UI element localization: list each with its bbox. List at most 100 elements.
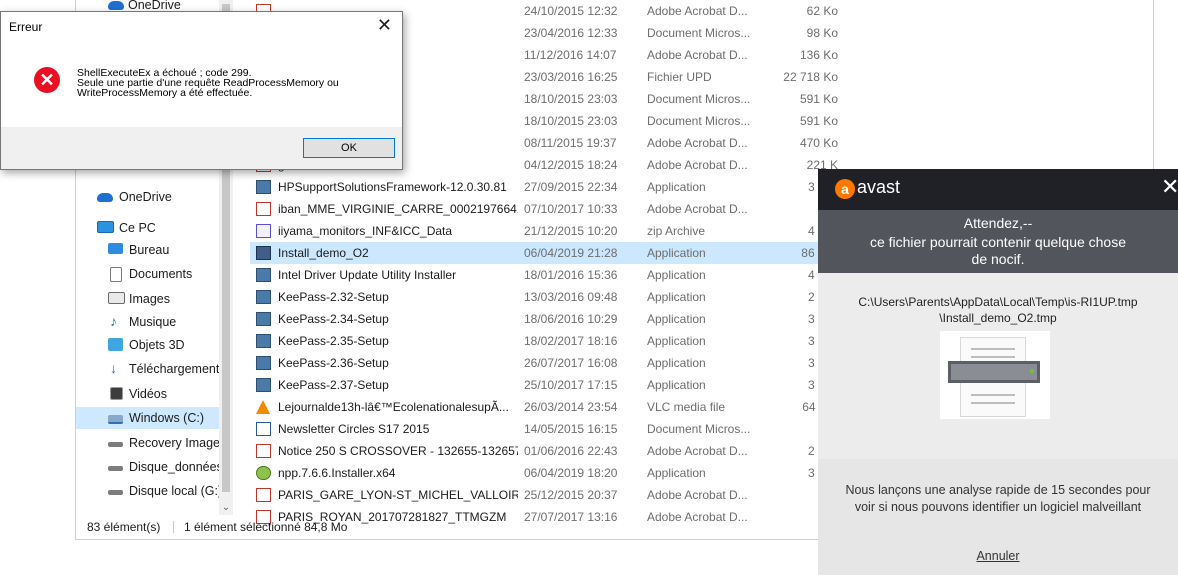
- nav-item-downloads[interactable]: ↓ Téléchargement: [76, 358, 219, 380]
- file-type: Adobe Acrobat D...: [647, 488, 748, 502]
- file-date: 26/03/2014 23:54: [524, 400, 618, 414]
- inst-file-icon: [256, 246, 271, 260]
- file-type: Document Micros...: [647, 92, 751, 106]
- file-type: Adobe Acrobat D...: [647, 444, 748, 458]
- file-date: 06/04/2019 18:20: [524, 466, 618, 480]
- file-size: 62 Ko: [806, 4, 838, 18]
- pdf-file-icon: [256, 488, 271, 502]
- file-date: 18/10/2015 23:03: [524, 92, 618, 106]
- objects-3d-icon: [108, 338, 123, 351]
- nav-item-label: Documents: [129, 267, 193, 281]
- file-name: KeePass-2.36-Setup: [278, 356, 389, 370]
- file-row[interactable]: Install_demo_O2 06/04/2019 21:28 Applicati…: [250, 242, 858, 264]
- pdf-file-icon: [256, 202, 271, 216]
- file-type: Adobe Acrobat D...: [647, 158, 748, 172]
- images-icon: [108, 292, 125, 304]
- file-name: npp.7.6.6.Installer.x64: [278, 466, 396, 480]
- music-icon: ♪: [110, 313, 117, 329]
- app-file-icon: [256, 180, 271, 194]
- file-date: 18/01/2016 15:36: [524, 268, 618, 282]
- nav-item-label: Vidéos: [129, 387, 167, 401]
- file-name: KeePass-2.32-Setup: [278, 290, 389, 304]
- file-size: 98 Ko: [806, 26, 838, 40]
- file-type: Adobe Acrobat D...: [647, 136, 748, 150]
- file-type: Application: [647, 312, 706, 326]
- file-type: Document Micros...: [647, 422, 751, 436]
- downloads-icon: ↓: [110, 360, 117, 376]
- file-date: 25/10/2017 17:15: [524, 378, 618, 392]
- nav-item-label: Disque_données: [129, 460, 223, 474]
- file-type: VLC media file: [647, 400, 726, 414]
- scanner-icon: [948, 361, 1040, 383]
- nav-item-label: Recovery Image: [129, 436, 221, 450]
- dialog-footer: OK: [1, 127, 402, 169]
- close-icon[interactable]: ✕: [377, 15, 392, 36]
- nav-item-label: OneDrive: [119, 190, 172, 204]
- nav-item-3d-objects[interactable]: Objets 3D: [76, 334, 219, 356]
- file-date: 18/10/2015 23:03: [524, 114, 618, 128]
- file-type: zip Archive: [647, 224, 706, 238]
- app-file-icon: [256, 268, 271, 282]
- close-icon[interactable]: ✕: [1161, 174, 1178, 200]
- file-date: 18/02/2017 18:16: [524, 334, 618, 348]
- file-name: Notice 250 S CROSSOVER - 132655-132657: [278, 444, 518, 458]
- nav-item-label: Bureau: [129, 243, 170, 257]
- dialog-title: Erreur: [9, 20, 43, 34]
- file-type: Application: [647, 378, 706, 392]
- file-type: Document Micros...: [647, 114, 751, 128]
- nav-item-this-pc[interactable]: Ce PC: [76, 217, 219, 239]
- file-name: PARIS_GARE_LYON-ST_MICHEL_VALLOIR...: [278, 488, 518, 502]
- videos-icon: [110, 387, 123, 400]
- nav-item-desktop[interactable]: Bureau: [76, 239, 219, 261]
- file-type: Document Micros...: [647, 26, 751, 40]
- file-type: Adobe Acrobat D...: [647, 48, 748, 62]
- nav-item-windows-c[interactable]: Windows (C:): [76, 407, 219, 429]
- file-date: 01/06/2016 22:43: [524, 444, 618, 458]
- avast-brand: avast: [857, 177, 901, 197]
- ok-button[interactable]: OK: [303, 138, 395, 158]
- avast-logo-icon: a: [835, 179, 855, 199]
- app-file-icon: [256, 290, 271, 304]
- nav-item-disque-donnees[interactable]: Disque_données: [76, 456, 223, 478]
- file-name: KeePass-2.35-Setup: [278, 334, 389, 348]
- nav-item-recovery-image[interactable]: Recovery Image: [76, 432, 221, 454]
- error-icon: ✕: [34, 67, 60, 93]
- nav-item-documents[interactable]: Documents: [76, 263, 219, 285]
- nav-item-onedrive[interactable]: OneDrive: [76, 186, 219, 208]
- file-date: 08/11/2015 19:37: [524, 136, 617, 150]
- warning-heading: Attendez,--: [963, 215, 1033, 231]
- warning-text: ce fichier pourrait contenir quelque cho…: [869, 234, 1127, 267]
- nav-item-label: Ce PC: [119, 221, 156, 235]
- onedrive-icon: [108, 1, 124, 10]
- file-type: Application: [647, 356, 706, 370]
- file-path: C:\Users\Parents\AppData\Local\Temp\is-R…: [858, 295, 1138, 325]
- nav-item-label: Téléchargement: [129, 362, 220, 376]
- file-name: Newsletter Circles S17 2015: [278, 422, 430, 436]
- nav-item-videos[interactable]: Vidéos: [76, 383, 219, 405]
- avast-header: a avast ✕: [818, 169, 1178, 210]
- nav-item-label: Musique: [129, 315, 177, 329]
- nav-item-music[interactable]: ♪ Musique: [76, 311, 219, 333]
- file-size: 22 718 Ko: [783, 70, 838, 84]
- status-divider: [173, 521, 174, 533]
- app-file-icon: [256, 378, 271, 392]
- file-name: KeePass-2.37-Setup: [278, 378, 389, 392]
- file-size: 136 Ko: [799, 48, 838, 62]
- file-type: Application: [647, 268, 706, 282]
- nav-item-images[interactable]: Images: [76, 288, 219, 310]
- pc-icon: [97, 221, 114, 233]
- chevron-down-icon[interactable]: ⌄: [220, 503, 232, 513]
- file-type: Application: [647, 290, 706, 304]
- file-type: Application: [647, 466, 706, 480]
- word-file-icon: [256, 422, 271, 436]
- cancel-link[interactable]: Annuler: [818, 549, 1178, 563]
- avast-popup: a avast ✕ Attendez,-- ce fichier pourrai…: [818, 169, 1178, 575]
- nav-item-label: Images: [129, 292, 170, 306]
- file-date: 25/12/2015 20:37: [524, 488, 618, 502]
- nav-item-disque-local-g[interactable]: Disque local (G:): [76, 480, 222, 502]
- error-message: ShellExecuteEx a échoué ; code 299. Seul…: [77, 68, 339, 99]
- drive-icon: [108, 442, 123, 447]
- desktop-icon: [108, 243, 123, 254]
- drive-icon: [108, 490, 123, 495]
- file-type: Application: [647, 246, 706, 260]
